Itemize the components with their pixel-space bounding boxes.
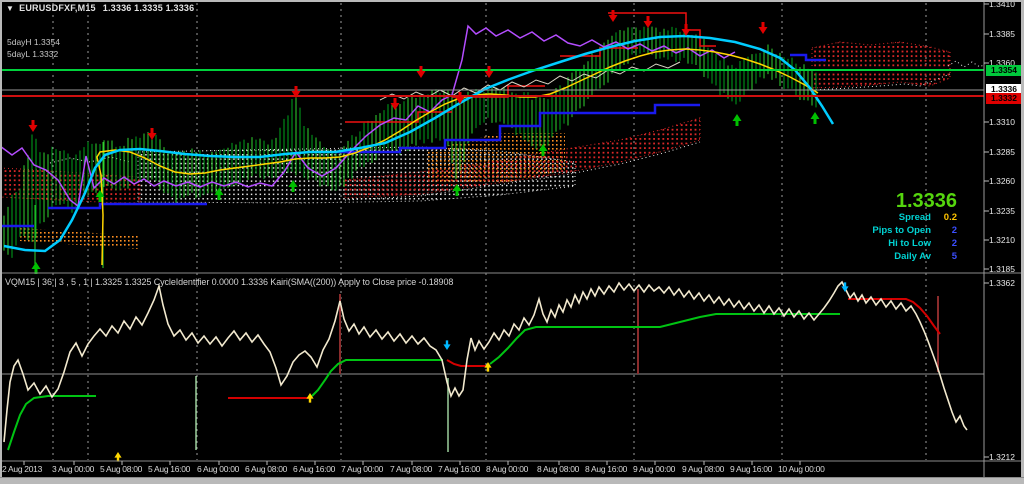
sell-arrow-icon <box>682 24 691 36</box>
info-row: Spread0.2 <box>872 211 957 224</box>
time-axis-label: 8 Aug 00:00 <box>486 464 528 474</box>
buy-arrow-icon <box>733 114 742 126</box>
info-rows: Spread0.2Pips to Open2Hi to Low2Daily Av… <box>872 211 957 263</box>
time-axis-label: 8 Aug 16:00 <box>585 464 627 474</box>
price-axis-label: 1.3285 <box>989 147 1015 157</box>
price-badge: 1.3332 <box>986 93 1022 104</box>
time-axis-label: 3 Aug 00:00 <box>52 464 94 474</box>
sell-arrow-icon <box>759 22 768 34</box>
time-axis-label: 6 Aug 16:00 <box>293 464 335 474</box>
sell-arrow-icon <box>148 128 157 140</box>
price-axis-label: 1.3385 <box>989 29 1015 39</box>
window-border-top <box>0 0 1024 2</box>
info-row: Daily Av5 <box>872 250 957 263</box>
sell-arrow-icon <box>644 16 653 28</box>
price-axis-label: 1.3260 <box>989 176 1015 186</box>
sell-arrow-icon <box>609 10 618 22</box>
chevron-down-icon[interactable]: ▼ <box>6 4 14 13</box>
vqm-sub-window <box>2 282 984 462</box>
candlesticks <box>4 25 816 268</box>
info-row-label: Spread <box>899 212 931 223</box>
time-axis-label: 10 Aug 00:00 <box>778 464 825 474</box>
info-row-value: 5 <box>931 250 957 263</box>
info-panel: 1.3336 Spread0.2Pips to Open2Hi to Low2D… <box>872 191 957 263</box>
five-day-low-label: 5dayL 1.3332 <box>7 49 58 59</box>
indicator-header: VQM15 | 36 | 3 , 5 , 1 | 1.3325 1.3325 C… <box>5 277 453 287</box>
chart-canvas[interactable] <box>0 0 1024 484</box>
buy-arrow-icon <box>114 452 121 462</box>
window-border-left <box>0 0 2 484</box>
five-day-high-label: 5dayH 1.3354 <box>7 37 60 47</box>
time-axis-label: 6 Aug 08:00 <box>245 464 287 474</box>
buy-arrow-icon <box>811 112 820 124</box>
time-axis-label: 7 Aug 08:00 <box>390 464 432 474</box>
info-row-label: Pips to Open <box>872 225 931 236</box>
time-axis-label: 9 Aug 00:00 <box>633 464 675 474</box>
time-axis-label: 5 Aug 08:00 <box>100 464 142 474</box>
sub-axis-label: 1.3362 <box>989 278 1015 288</box>
price-badge: 1.3354 <box>986 65 1022 76</box>
time-axis-label: 5 Aug 16:00 <box>148 464 190 474</box>
price-axis-label: 1.3185 <box>989 264 1015 274</box>
info-row-value: 0.2 <box>931 211 957 224</box>
info-row-label: Hi to Low <box>888 238 931 249</box>
info-row-value: 2 <box>931 237 957 250</box>
price-axis-label: 1.3210 <box>989 235 1015 245</box>
current-price: 1.3336 <box>872 191 957 211</box>
time-axis-label: 8 Aug 08:00 <box>537 464 579 474</box>
time-axis-label: 6 Aug 00:00 <box>197 464 239 474</box>
time-axis-label: 9 Aug 08:00 <box>682 464 724 474</box>
time-axis-label: 7 Aug 16:00 <box>438 464 480 474</box>
time-axis-label: 2 Aug 2013 <box>2 464 42 474</box>
symbol-timeframe-label: EURUSDFXF,M15 <box>19 3 96 13</box>
chart-title: ▼ EURUSDFXF,M15 1.3336 1.3335 1.3336 <box>6 3 194 13</box>
time-axis-label: 9 Aug 16:00 <box>730 464 772 474</box>
quote-values: 1.3336 1.3335 1.3336 <box>103 3 195 13</box>
sell-arrow-icon <box>417 66 426 78</box>
window-border-bottom <box>0 477 1024 484</box>
sell-arrow-icon <box>29 120 38 132</box>
sell-arrow-icon <box>443 340 450 350</box>
info-row-label: Daily Av <box>894 251 931 262</box>
price-axis-label: 1.3235 <box>989 206 1015 216</box>
info-row-value: 2 <box>931 224 957 237</box>
price-axis-label: 1.3310 <box>989 117 1015 127</box>
chart-window: ▼ EURUSDFXF,M15 1.3336 1.3335 1.3336 5dayH… <box>0 0 1024 484</box>
info-row: Pips to Open2 <box>872 224 957 237</box>
buy-arrow-icon <box>32 262 41 274</box>
info-row: Hi to Low2 <box>872 237 957 250</box>
sub-axis-label: 1.3212 <box>989 452 1015 462</box>
time-axis-label: 7 Aug 00:00 <box>341 464 383 474</box>
